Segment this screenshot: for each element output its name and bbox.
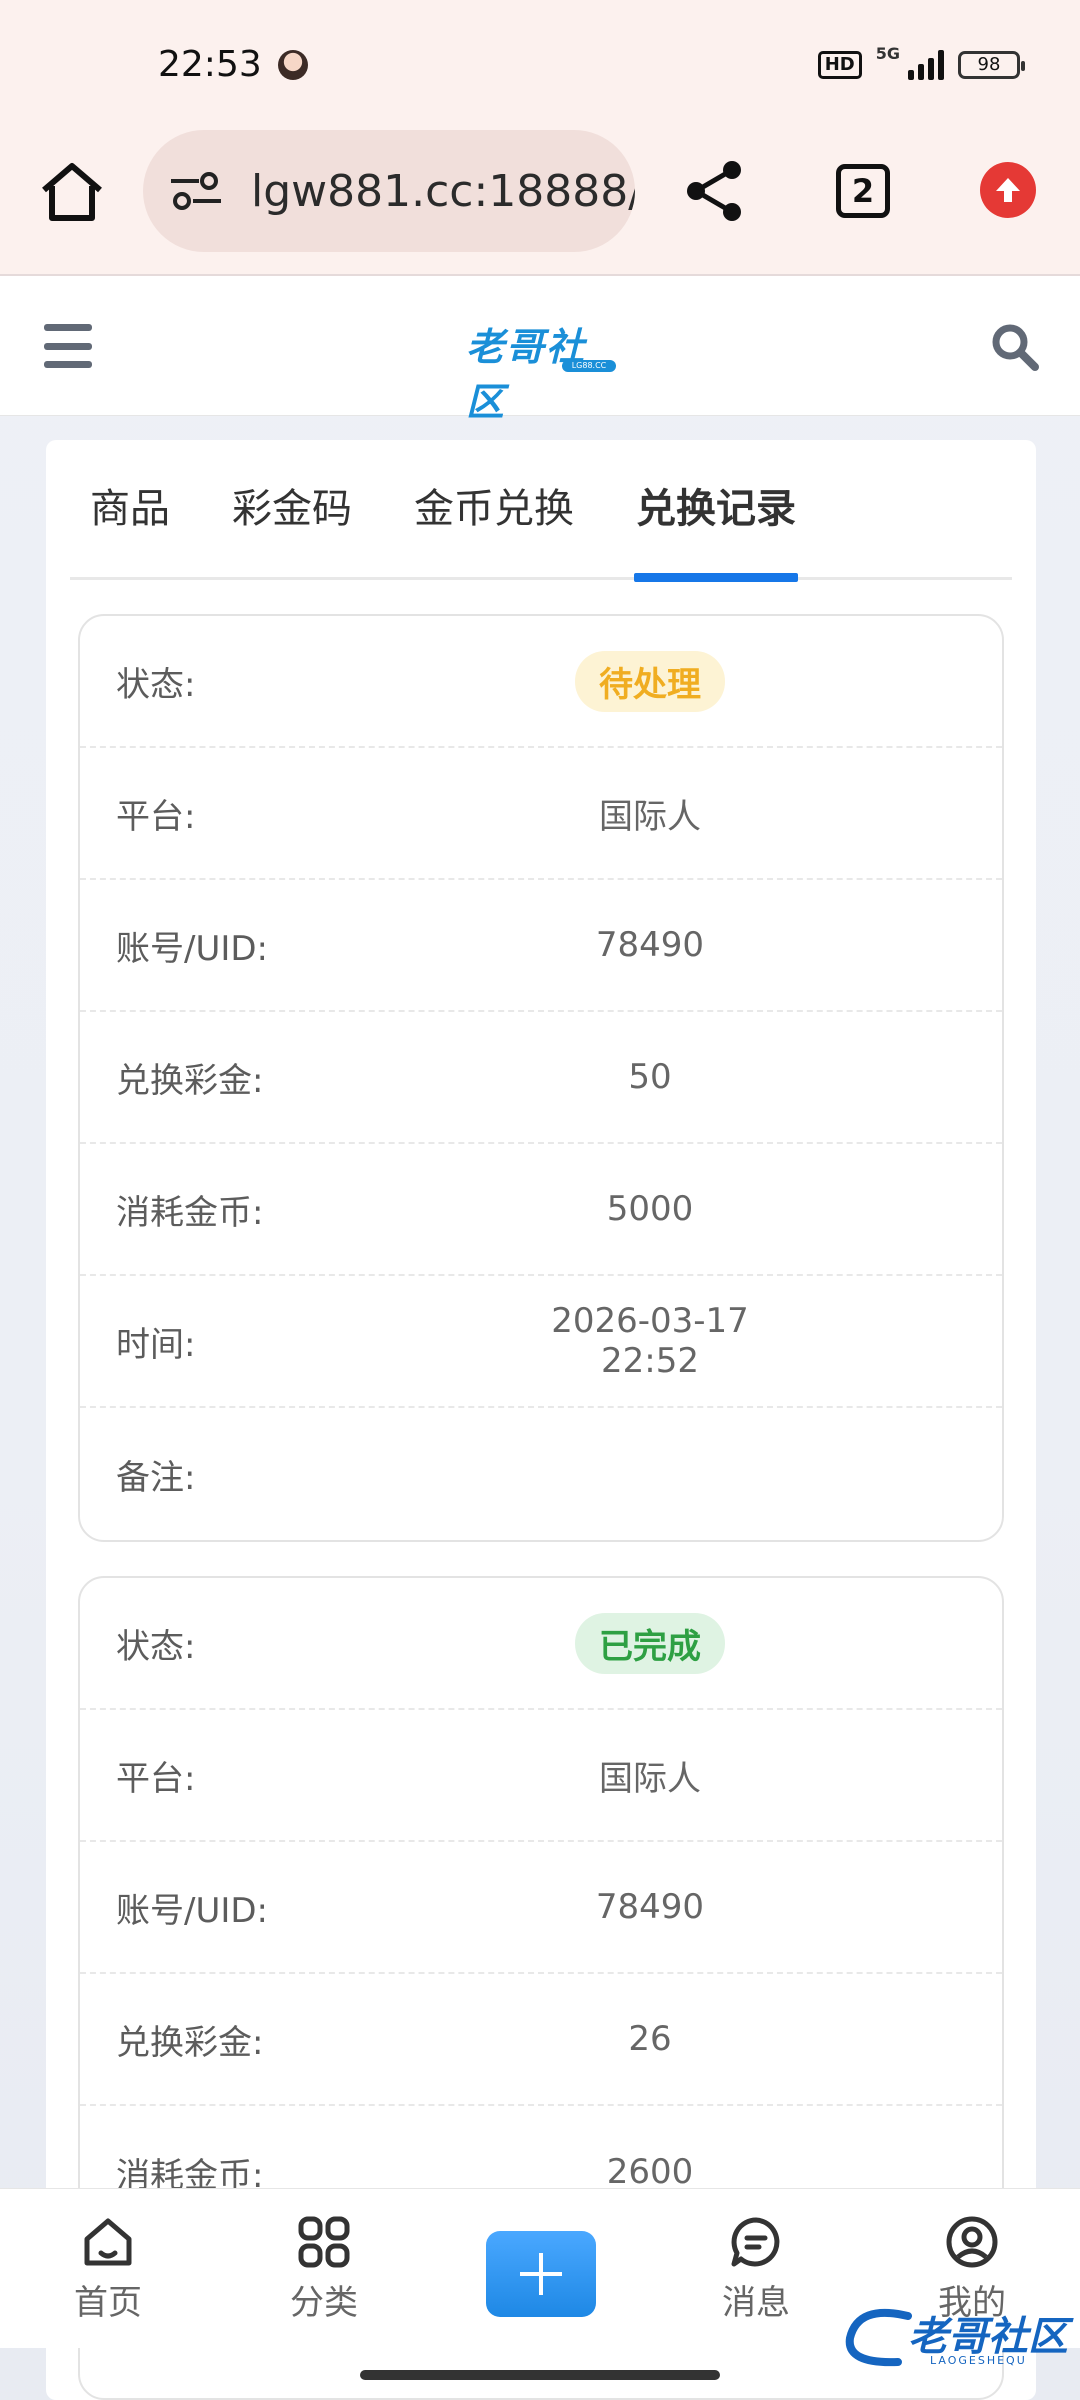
bonus-label: 兑换彩金: [116, 2022, 264, 2063]
record-row-account: 账号/UID: 78490 [80, 880, 1002, 1012]
account-value: 78490 [595, 1887, 705, 1927]
coins-value: 2600 [606, 2152, 694, 2192]
arrow-up-icon [996, 178, 1020, 202]
watermark-sub: LAOGESHEQU [930, 2354, 1027, 2367]
record-card: 状态: 待处理 平台: 国际人 账号/UID: 78490 兑换彩金: 50 消… [78, 614, 1004, 1542]
record-row-bonus: 兑换彩金: 50 [80, 1012, 1002, 1144]
menu-icon[interactable] [44, 324, 92, 368]
record-row-status: 状态: 已完成 [80, 1578, 1002, 1710]
hd-badge: HD [817, 51, 862, 79]
status-badge: 待处理 [575, 650, 725, 712]
account-label: 账号/UID: [116, 1890, 269, 1931]
record-row-time: 时间: 2026-03-17 22:52 [80, 1276, 1002, 1408]
watermark-swoosh-icon [845, 2308, 912, 2367]
gesture-bar[interactable] [360, 2370, 720, 2380]
logo-text: 老哥社区 [466, 325, 587, 424]
nav-category-label: 分类 [290, 2283, 358, 2323]
record-row-platform: 平台: 国际人 [80, 748, 1002, 880]
account-value: 78490 [595, 925, 705, 965]
coins-value: 5000 [606, 1189, 694, 1229]
browser-chrome: 22:53 HD 5G 98 lgw881.cc:18888/c 2 [0, 0, 1080, 276]
tab-exchange-records[interactable]: 兑换记录 [616, 439, 816, 582]
nav-messages[interactable]: 消息 [696, 2215, 816, 2324]
grid-icon [298, 2216, 350, 2268]
status-label: 状态: [116, 664, 196, 705]
user-icon [946, 2216, 998, 2268]
notification-avatar-icon [278, 50, 308, 80]
note-label: 备注: [116, 1457, 196, 1498]
nav-category[interactable]: 分类 [264, 2215, 384, 2324]
bonus-label: 兑换彩金: [116, 1060, 264, 1101]
site-logo[interactable]: 老哥社区 LG88.CC [466, 316, 620, 424]
status-indicators: HD 5G 98 [817, 44, 1025, 80]
bonus-value: 50 [628, 1057, 672, 1097]
home-icon [84, 2218, 132, 2266]
time-value: 2026-03-17 22:52 [551, 1301, 749, 1381]
plus-icon [520, 2253, 562, 2295]
tab-bonus-code[interactable]: 彩金码 [212, 439, 372, 579]
tab-bar: 商品 彩金码 金币兑换 兑换记录 [70, 439, 1012, 582]
network-type: 5G [875, 43, 900, 63]
record-row-status: 状态: 待处理 [80, 616, 1002, 748]
battery-icon: 98 [958, 51, 1025, 79]
nav-messages-label: 消息 [722, 2283, 790, 2323]
platform-label: 平台: [116, 796, 196, 837]
nav-home-label: 首页 [74, 2283, 142, 2323]
tab-coin-exchange[interactable]: 金币兑换 [394, 439, 594, 579]
tab-products[interactable]: 商品 [70, 439, 190, 579]
record-row-coins: 消耗金币: 5000 [80, 1144, 1002, 1276]
home-icon [42, 163, 102, 221]
site-header: 老哥社区 LG88.CC [0, 276, 1080, 424]
browser-home-button[interactable] [38, 160, 106, 224]
watermark-logo: 老哥社区 LAOGESHEQU [838, 2300, 1068, 2378]
platform-value: 国际人 [599, 1758, 701, 1799]
site-settings-icon[interactable] [169, 171, 223, 211]
record-row-account: 账号/UID: 78490 [80, 1842, 1002, 1974]
tab-switcher-button[interactable]: 2 [836, 164, 890, 218]
status-label: 状态: [116, 1626, 196, 1667]
platform-value: 国际人 [599, 796, 701, 837]
time-label: 时间: [116, 1324, 196, 1365]
status-badge: 已完成 [575, 1612, 725, 1674]
content-panel: 商品 彩金码 金币兑换 兑换记录 状态: 待处理 平台: 国际人 账号/UID:… [46, 440, 1036, 2400]
update-button[interactable] [980, 162, 1036, 218]
status-time: 22:53 [158, 44, 262, 85]
record-row-platform: 平台: 国际人 [80, 1710, 1002, 1842]
address-bar[interactable]: lgw881.cc:18888/c [143, 130, 635, 252]
record-row-note: 备注: [80, 1408, 1002, 1540]
search-icon [992, 324, 1039, 371]
bonus-value: 26 [628, 2019, 672, 2059]
coins-label: 消耗金币: [116, 1192, 264, 1233]
logo-sub: LG88.CC [562, 360, 616, 372]
share-button[interactable] [682, 158, 748, 224]
account-label: 账号/UID: [116, 928, 269, 969]
nav-home[interactable]: 首页 [48, 2215, 168, 2324]
url-text: lgw881.cc:18888/c [251, 165, 635, 217]
post-button[interactable] [486, 2231, 596, 2317]
search-button[interactable] [990, 322, 1040, 372]
record-row-bonus: 兑换彩金: 26 [80, 1974, 1002, 2106]
signal-icon [908, 50, 944, 80]
message-icon [731, 2217, 780, 2267]
platform-label: 平台: [116, 1758, 196, 1799]
share-icon [687, 161, 741, 221]
